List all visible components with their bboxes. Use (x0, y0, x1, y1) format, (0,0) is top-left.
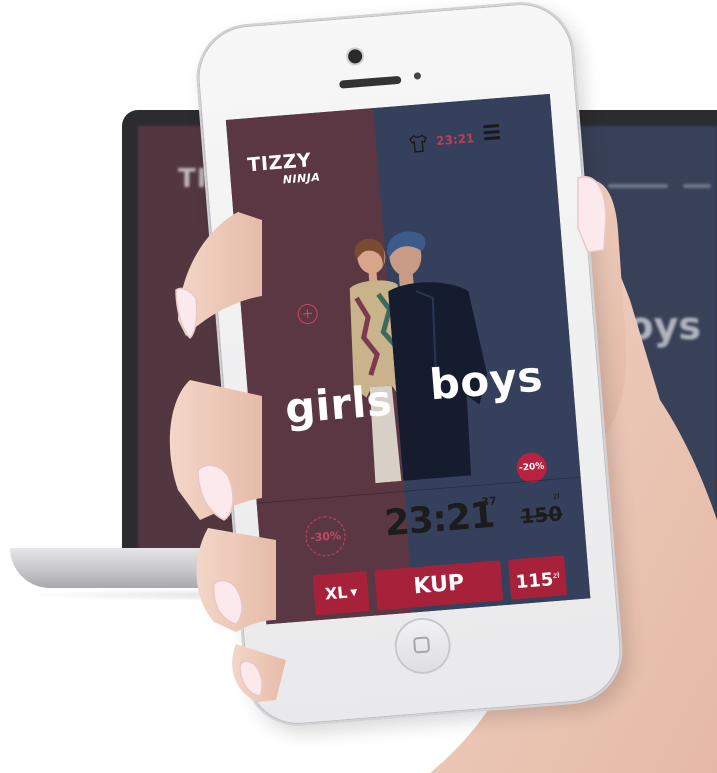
offer-panel: -30% 23:21 37 150 zł XL ▼ KUP 115zł (256, 476, 591, 625)
price-button[interactable]: 115zł (508, 555, 568, 600)
countdown-seconds: 37 (480, 494, 498, 509)
phone-screen: TIZZY NINJA 23:21 + girls boys -20% -30%… (225, 93, 591, 625)
boys-label[interactable]: boys (428, 351, 545, 409)
front-camera-icon (347, 48, 363, 64)
buy-button[interactable]: KUP (374, 560, 504, 611)
home-button-icon (412, 636, 431, 654)
price-currency: zł (552, 570, 560, 581)
home-button[interactable] (392, 615, 453, 677)
old-price: 150 (519, 501, 564, 529)
discount-badge-girls: -30% (304, 514, 348, 558)
price-value: 115 (515, 569, 555, 594)
shirt-icon[interactable] (408, 134, 429, 154)
old-price-currency: zł (552, 491, 560, 501)
size-select-label: XL (324, 582, 349, 604)
chevron-down-icon: ▼ (350, 587, 358, 598)
countdown-timer: 23:21 (383, 494, 496, 545)
girls-label[interactable]: girls (283, 376, 394, 433)
earpiece (339, 75, 402, 89)
boy-model-image (387, 231, 488, 481)
smartphone: TIZZY NINJA 23:21 + girls boys -20% -30%… (192, 0, 627, 731)
proximity-sensor (413, 72, 422, 80)
size-select-button[interactable]: XL ▼ (312, 571, 370, 616)
hamburger-menu-icon[interactable] (483, 124, 501, 141)
